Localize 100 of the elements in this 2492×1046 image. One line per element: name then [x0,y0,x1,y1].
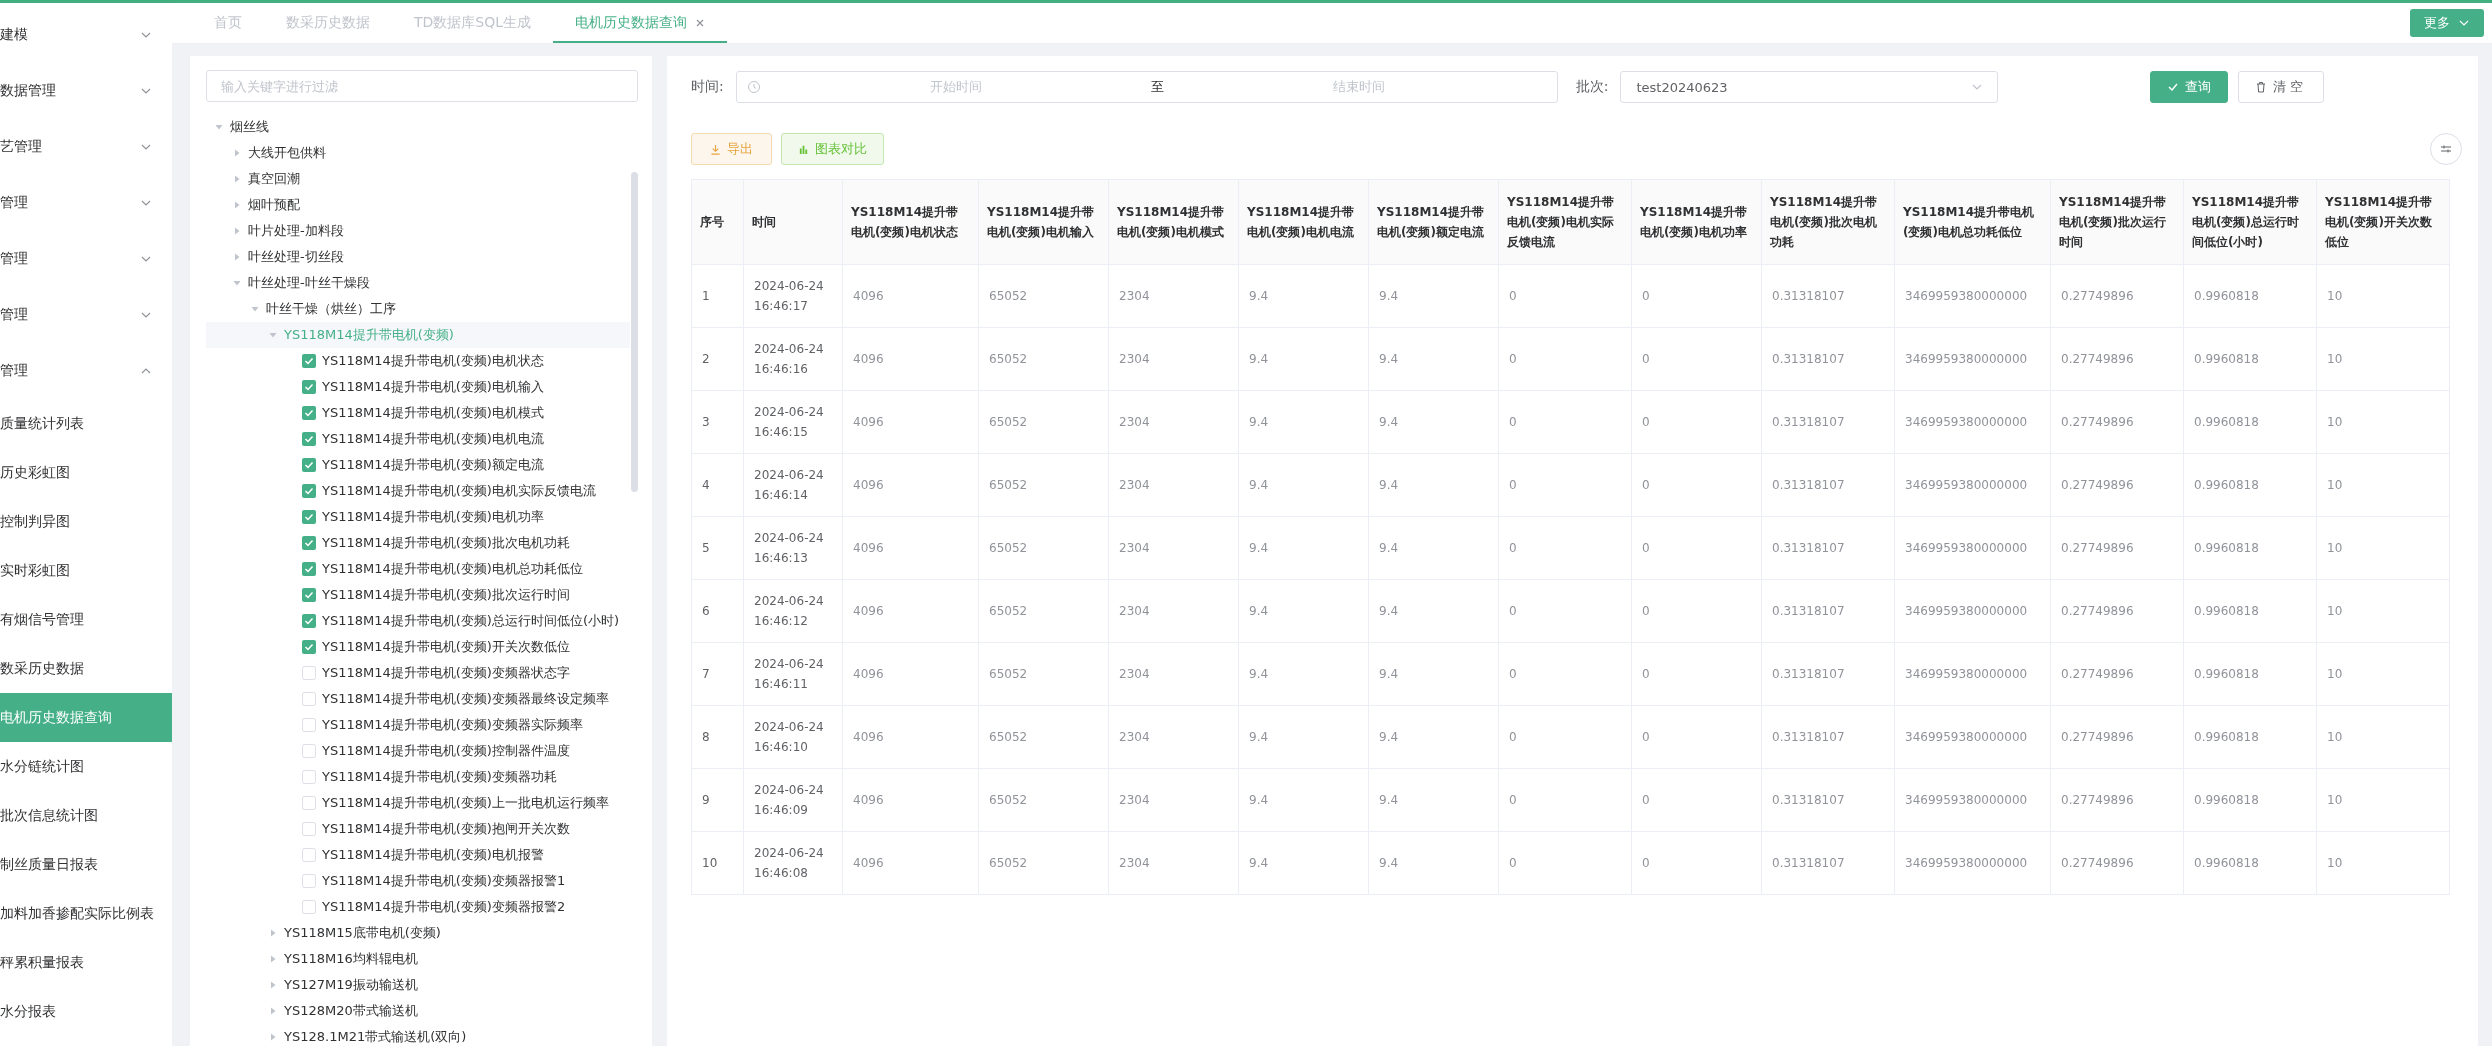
checkbox[interactable] [302,536,316,550]
checkbox[interactable] [302,822,316,836]
menu-item[interactable]: 有烟信号管理 [0,595,172,644]
checkbox[interactable] [302,406,316,420]
menu-group[interactable]: 艺管理 [0,119,172,175]
tree-node[interactable]: 烟丝线 [206,114,630,140]
checkbox[interactable] [302,692,316,706]
column-settings-button[interactable] [2430,133,2462,165]
menu-item[interactable]: 实时彩虹图 [0,546,172,595]
column-header: YS118M14提升带电机(变频)总运行时间低位(小时) [2183,179,2317,265]
menu-group[interactable]: 管理 [0,287,172,343]
tree-node[interactable]: 烟叶预配 [206,192,630,218]
tree-leaf[interactable]: YS118M14提升带电机(变频)变频器状态字 [206,660,630,686]
table-cell: 0 [1631,831,1762,895]
checkbox[interactable] [302,484,316,498]
table-cell: 2024-06-24 16:46:14 [743,453,843,517]
tree-leaf[interactable]: YS118M14提升带电机(变频)抱闸开关次数 [206,816,630,842]
tree-leaf[interactable]: YS118M14提升带电机(变频)变频器报警2 [206,894,630,920]
tree-node[interactable]: 叶丝处理-叶丝干燥段 [206,270,630,296]
tree-node[interactable]: YS128M20带式输送机 [206,998,630,1024]
table-cell: 2024-06-24 16:46:16 [743,327,843,391]
tree-leaf[interactable]: YS118M14提升带电机(变频)电机总功耗低位 [206,556,630,582]
tree-node[interactable]: 叶片处理-加料段 [206,218,630,244]
menu-item[interactable]: 控制判异图 [0,497,172,546]
menu-item[interactable]: 制丝质量日报表 [0,840,172,889]
menu-group[interactable]: 管理 [0,231,172,287]
clear-button[interactable]: 清空 [2238,71,2325,103]
checkbox[interactable] [302,796,316,810]
checkbox[interactable] [302,354,316,368]
tree-leaf[interactable]: YS118M14提升带电机(变频)电机实际反馈电流 [206,478,630,504]
table-cell: 9.4 [1238,390,1369,454]
checkbox[interactable] [302,614,316,628]
table-cell: 65052 [978,642,1109,706]
checkbox[interactable] [302,666,316,680]
tree-node[interactable]: 大线开包供料 [206,140,630,166]
tree-leaf[interactable]: YS118M14提升带电机(变频)变频器功耗 [206,764,630,790]
menu-item[interactable]: 质量统计列表 [0,399,172,448]
batch-select[interactable]: test20240623 [1620,71,1999,103]
checkbox[interactable] [302,588,316,602]
tree-leaf[interactable]: YS118M14提升带电机(变频)控制器件温度 [206,738,630,764]
tree-leaf[interactable]: YS118M14提升带电机(变频)电机功率 [206,504,630,530]
menu-item[interactable]: 水分链统计图 [0,742,172,791]
menu-group[interactable]: 建模 [0,7,172,63]
tree-leaf[interactable]: YS118M14提升带电机(变频)变频器报警1 [206,868,630,894]
checkbox[interactable] [302,770,316,784]
checkbox[interactable] [302,380,316,394]
tree-leaf[interactable]: YS118M14提升带电机(变频)电机电流 [206,426,630,452]
table-cell: 1 [691,264,744,328]
checkbox[interactable] [302,458,316,472]
bar-chart-icon [798,143,809,155]
checkbox[interactable] [302,744,316,758]
tree-node[interactable]: 叶丝处理-切丝段 [206,244,630,270]
table-cell: 4096 [842,390,979,454]
menu-item[interactable]: 加料加香掺配实际比例表 [0,889,172,938]
tree-leaf[interactable]: YS118M14提升带电机(变频)电机模式 [206,400,630,426]
menu-group[interactable]: 管理 [0,343,172,399]
menu-group[interactable]: 数据管理 [0,63,172,119]
tree-node[interactable]: 真空回潮 [206,166,630,192]
tree-leaf[interactable]: YS118M14提升带电机(变频)变频器最终设定频率 [206,686,630,712]
table-cell: 6 [691,579,744,643]
tree-node[interactable]: 叶丝干燥（烘丝）工序 [206,296,630,322]
menu-item[interactable]: 数采历史数据 [0,644,172,693]
tree-node[interactable]: YS118M16均料辊电机 [206,946,630,972]
tree-leaf[interactable]: YS118M14提升带电机(变频)电机报警 [206,842,630,868]
field-label: 时间: [691,78,724,96]
checkbox[interactable] [302,718,316,732]
table-cell: 9.4 [1238,768,1369,832]
checkbox[interactable] [302,848,316,862]
menu-group[interactable]: 管理 [0,175,172,231]
tree-leaf[interactable]: YS118M14提升带电机(变频)开关次数低位 [206,634,630,660]
tree-leaf[interactable]: YS118M14提升带电机(变频)变频器实际频率 [206,712,630,738]
checkbox[interactable] [302,510,316,524]
tree-leaf[interactable]: YS118M14提升带电机(变频)电机输入 [206,374,630,400]
triangle-icon [232,200,242,210]
tree-leaf[interactable]: YS118M14提升带电机(变频)批次电机功耗 [206,530,630,556]
filter-field[interactable]: 输入关键字进行过滤 [206,70,638,102]
column-header: YS118M14提升带电机(变频)电机状态 [842,179,979,265]
tree-node[interactable]: YS127M19振动输送机 [206,972,630,998]
tree-leaf[interactable]: YS118M14提升带电机(变频)上一批电机运行频率 [206,790,630,816]
tree-node[interactable]: YS128.1M21带式输送机(双向) [206,1024,630,1046]
menu-item[interactable]: 批次信息统计图 [0,791,172,840]
checkbox[interactable] [302,874,316,888]
date-range-field[interactable]: 开始时间 至 结束时间 [735,71,1558,103]
table-cell: 10 [2316,390,2450,454]
checkbox[interactable] [302,562,316,576]
tree-leaf[interactable]: YS118M14提升带电机(变频)批次运行时间 [206,582,630,608]
tree-leaf[interactable]: YS118M14提升带电机(变频)电机状态 [206,348,630,374]
tree-leaf[interactable]: YS118M14提升带电机(变频)总运行时间低位(小时) [206,608,630,634]
table-cell: 3 [691,390,744,454]
menu-item[interactable]: 水分报表 [0,987,172,1036]
tree-leaf[interactable]: YS118M14提升带电机(变频)额定电流 [206,452,630,478]
checkbox[interactable] [302,640,316,654]
menu-item[interactable]: 秤累积量报表 [0,938,172,987]
table-cell: 2024-06-24 16:46:12 [743,579,843,643]
table-cell: 0.27749896 [2050,327,2184,391]
checkbox[interactable] [302,432,316,446]
tree-node[interactable]: YS118M15底带电机(变频) [206,920,630,946]
menu-item[interactable]: 历史彩虹图 [0,448,172,497]
checkbox[interactable] [302,900,316,914]
table-cell: 3469959380000000 [1894,579,2051,643]
